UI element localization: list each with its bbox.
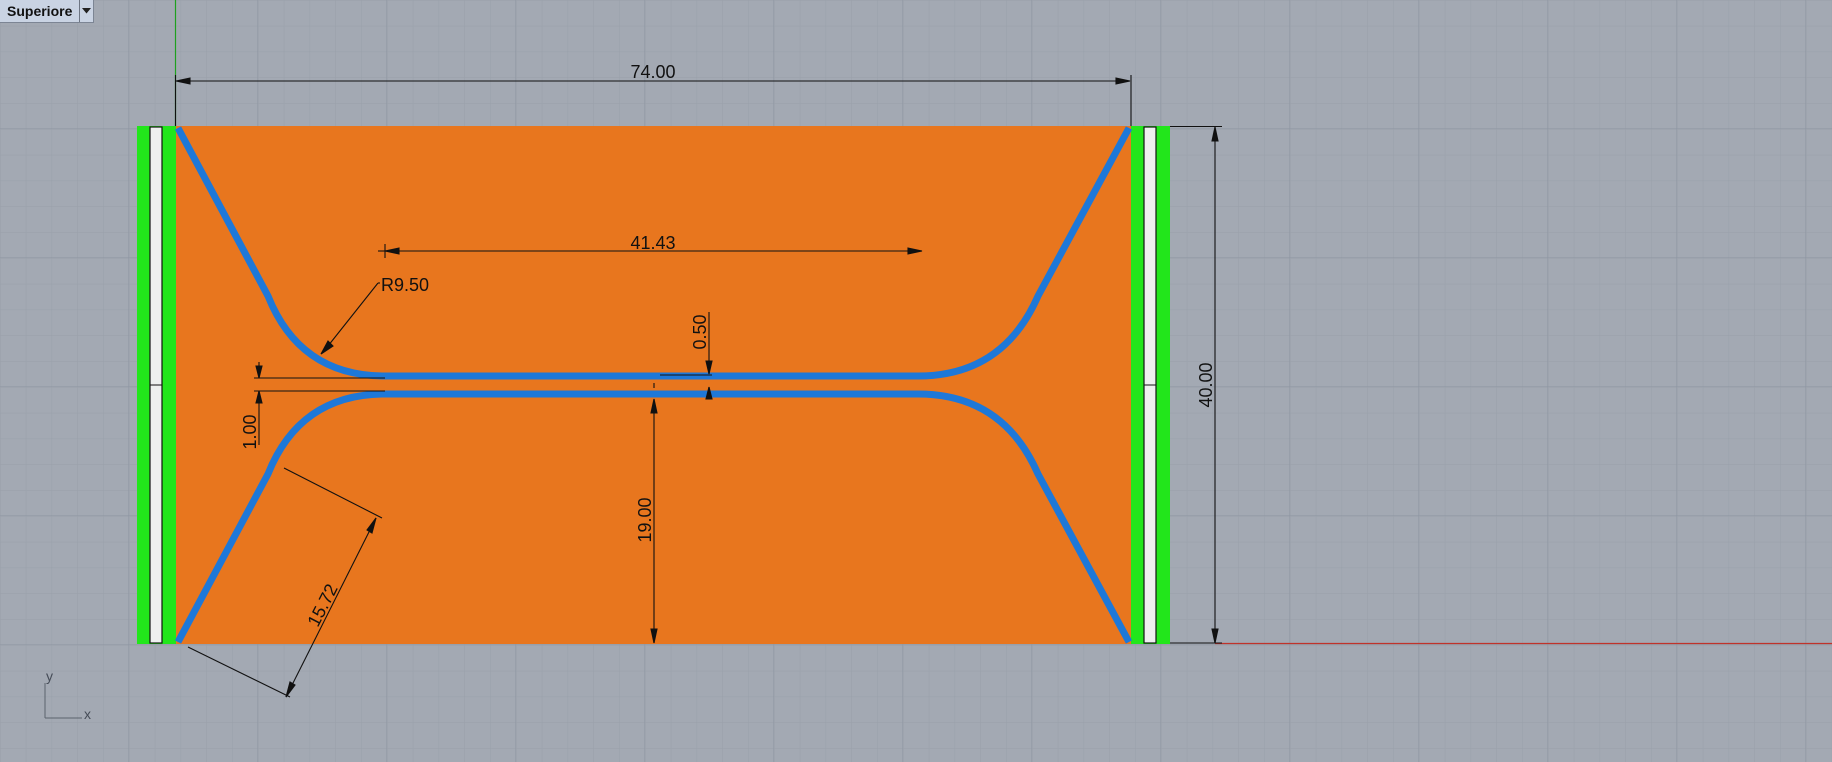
dim-overall-width[interactable]: 74.00 [630, 62, 675, 82]
left-electrode[interactable] [137, 126, 176, 644]
dim-straight-length[interactable]: 41.43 [630, 233, 675, 253]
dim-fillet-radius[interactable]: R9.50 [381, 275, 429, 295]
axis-y-label: y [46, 668, 53, 684]
drawing-canvas[interactable]: 74.00 40.00 41.43 R9.50 0.50 1.00 19.00 … [0, 0, 1832, 762]
viewport-title[interactable]: Superiore [0, 0, 79, 22]
viewport-tab[interactable]: Superiore [0, 0, 95, 23]
dim-half-height[interactable]: 19.00 [635, 497, 655, 542]
chip-body[interactable] [175, 126, 1131, 644]
dim-channel-width[interactable]: 1.00 [240, 414, 260, 449]
right-electrode[interactable] [1131, 126, 1170, 644]
dim-gap[interactable]: 0.50 [690, 314, 710, 349]
dim-overall-height[interactable]: 40.00 [1196, 362, 1216, 407]
viewport-top[interactable]: Superiore 74.00 40.00 41.43 R9.50 0.50 1… [0, 0, 1832, 762]
axis-x-label: x [84, 706, 91, 722]
chevron-down-icon[interactable] [79, 0, 93, 22]
